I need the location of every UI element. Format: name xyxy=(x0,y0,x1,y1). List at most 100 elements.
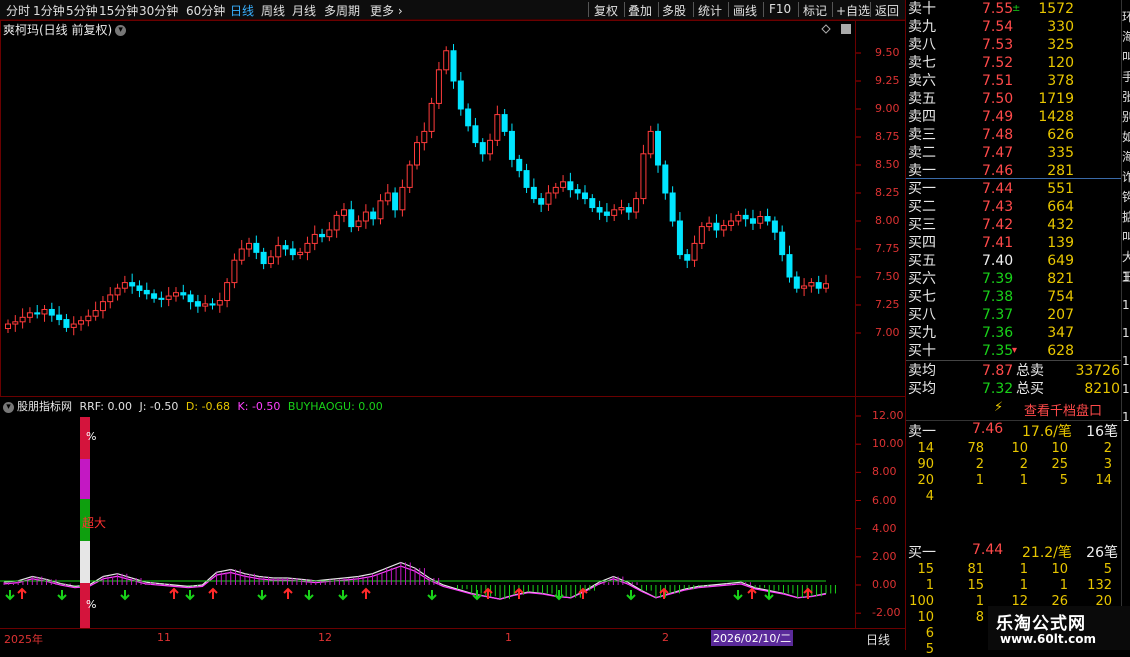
chevron-down-icon[interactable]: ▾ xyxy=(115,25,127,36)
level-cell: 6 xyxy=(925,626,934,641)
candle-body xyxy=(282,245,289,250)
side-strip-char: 叫 xyxy=(1122,230,1130,244)
candle-body xyxy=(735,214,742,222)
thousand-level-button[interactable]: 查看千档盘口 xyxy=(1024,400,1102,419)
candle-body xyxy=(194,301,201,307)
level-cell: 2 xyxy=(1019,457,1028,472)
price-tick: 7.75 xyxy=(875,242,900,255)
chevron-down-icon[interactable]: ▾ xyxy=(3,401,14,413)
total-sell-volume: 33726 xyxy=(1075,363,1120,379)
level-volume: 1719 xyxy=(1038,91,1074,107)
candle-body xyxy=(406,164,413,188)
candle-body xyxy=(508,130,515,160)
side-strip-char: 海 xyxy=(1122,30,1130,44)
candle-body xyxy=(487,139,494,155)
sell-level-row[interactable]: 卖九 7.54 330 xyxy=(906,18,1122,36)
buy-level-row[interactable]: 买一 7.44 551 xyxy=(906,180,1122,198)
level-buy-per: 21.2/笔 xyxy=(1022,545,1072,561)
stock-title: 爽柯玛(日线 前复权) xyxy=(3,23,113,37)
side-strip-char: 1 xyxy=(1122,354,1130,368)
candle-body xyxy=(370,211,377,220)
buy-level-row[interactable]: 买五 7.40 649 xyxy=(906,252,1122,270)
total-buy-label: 总买 xyxy=(1016,381,1044,397)
down-arrow-icon xyxy=(733,590,743,601)
level-sell-price: 7.46 xyxy=(972,421,1004,437)
price-tick: 9.25 xyxy=(875,74,900,87)
date-label-11: 11 xyxy=(157,631,171,644)
side-strip-char: 钩 xyxy=(1122,190,1130,204)
level-price: 7.44 xyxy=(982,181,1014,197)
price-tick: 7.00 xyxy=(875,326,900,339)
buy-level-row[interactable]: 买三 7.42 432 xyxy=(906,216,1122,234)
kline-chart[interactable] xyxy=(0,0,906,650)
side-strip-char: 1 xyxy=(1122,326,1130,340)
side-strip-char: 1 xyxy=(1122,382,1130,396)
chart-title[interactable]: 爽柯玛(日线 前复权) ▾ xyxy=(3,21,127,38)
level-label: 买六 xyxy=(908,271,936,287)
level-cell: 15 xyxy=(917,562,934,577)
buy-level-row[interactable]: 买二 7.43 664 xyxy=(906,198,1122,216)
sell-level-row[interactable]: 卖六 7.51 378 xyxy=(906,72,1122,90)
level-cell: 90 xyxy=(917,457,934,472)
candle-body xyxy=(165,295,172,300)
indicator-tick: 0.00 xyxy=(872,578,897,591)
level-cell: 25 xyxy=(1051,457,1068,472)
side-strip-char: 别 xyxy=(1122,110,1130,124)
candle-body xyxy=(581,192,588,200)
level-price: 7.47 xyxy=(982,145,1014,161)
price-tick: 9.00 xyxy=(875,102,900,115)
candle-body xyxy=(457,80,464,110)
period-indicator[interactable]: 日线 xyxy=(866,631,890,648)
candle-body xyxy=(611,209,618,216)
sell-level-row[interactable]: 卖五 7.50 1719 xyxy=(906,90,1122,108)
level-price: 7.36 xyxy=(982,325,1014,341)
level-cell: 1 xyxy=(975,594,984,609)
candle-body xyxy=(48,308,55,316)
level-cell: 1 xyxy=(975,473,984,488)
side-strip-char: 张 xyxy=(1122,90,1130,104)
down-arrow-icon xyxy=(57,590,67,601)
level-sell-count: 16笔 xyxy=(1086,424,1118,440)
sell-level-row[interactable]: 卖四 7.49 1428 xyxy=(906,108,1122,126)
sell-level-row[interactable]: 卖八 7.53 325 xyxy=(906,36,1122,54)
candle-body xyxy=(676,220,683,256)
level-cell: 20 xyxy=(917,473,934,488)
orderbook-summary: 卖均 7.87 总卖 33726 买均 7.32 总买 8210 xyxy=(906,362,1122,398)
side-strip-char: 手 xyxy=(1122,70,1130,84)
candle-body xyxy=(63,319,70,328)
level-price: 7.43 xyxy=(982,199,1014,215)
candle-body xyxy=(698,226,705,244)
candle-body xyxy=(114,287,121,296)
sell-level-row[interactable]: 卖三 7.48 626 xyxy=(906,126,1122,144)
down-arrow-icon xyxy=(626,590,636,601)
window-icon[interactable] xyxy=(841,24,851,34)
buy-level-row[interactable]: 买十 7.35 ▾ 628 xyxy=(906,342,1122,360)
side-strip-char: 环 xyxy=(1122,10,1130,24)
candle-body xyxy=(793,276,800,289)
buy-level-row[interactable]: 买四 7.41 139 xyxy=(906,234,1122,252)
up-arrow-icon xyxy=(208,587,218,599)
avg-sell-label: 卖均 xyxy=(908,363,936,379)
buy-level-row[interactable]: 买九 7.36 347 xyxy=(906,324,1122,342)
total-buy-volume: 8210 xyxy=(1084,381,1120,397)
buy-level-row[interactable]: 买七 7.38 754 xyxy=(906,288,1122,306)
candle-body xyxy=(70,323,77,328)
candle-body xyxy=(603,211,610,216)
level-volume: 139 xyxy=(1047,235,1074,251)
indicator-name[interactable]: 股朋指标网 xyxy=(17,400,72,413)
level-volume: 551 xyxy=(1047,181,1074,197)
level-cell: 81 xyxy=(967,562,984,577)
level-label: 卖九 xyxy=(908,19,936,35)
sell-level-row[interactable]: 卖十 7.55 ±1572 xyxy=(906,0,1122,18)
buy-level-row[interactable]: 买六 7.39 821 xyxy=(906,270,1122,288)
diamond-icon[interactable] xyxy=(821,24,831,34)
sell-level-row[interactable]: 卖七 7.52 120 xyxy=(906,54,1122,72)
candle-body xyxy=(435,69,442,104)
level-price: 7.38 xyxy=(982,289,1014,305)
sell-level-row[interactable]: 卖二 7.47 335 xyxy=(906,144,1122,162)
candle-body xyxy=(158,297,165,300)
buy-level-row[interactable]: 买八 7.37 207 xyxy=(906,306,1122,324)
level-price: 7.37 xyxy=(982,307,1014,323)
candle-body xyxy=(421,130,428,144)
level-price: 7.49 xyxy=(982,109,1014,125)
